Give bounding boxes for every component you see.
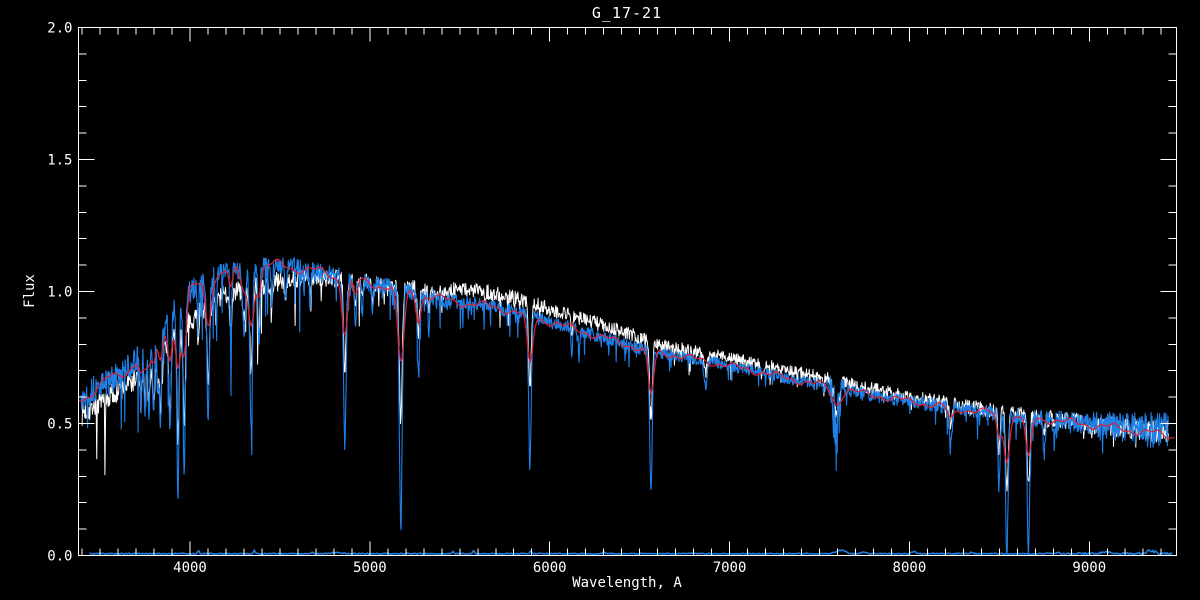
x-axis-label: Wavelength, A bbox=[572, 575, 682, 591]
spectrum-plot-window: 4000 5000 6000 7000 8000 9000 0.0 0.5 1.0 1.5 2.0 … bbox=[0, 0, 1200, 600]
x-tick-label: 9000 bbox=[1072, 560, 1106, 576]
x-tick-label: 6000 bbox=[533, 560, 567, 576]
chart-title: G_17-21 bbox=[592, 4, 662, 22]
x-tick-label: 5000 bbox=[353, 560, 387, 576]
spectrum-chart-svg: 4000 5000 6000 7000 8000 90000.00.51.01.52.0 … bbox=[0, 0, 1200, 600]
y-tick-label: 1.5 bbox=[47, 153, 72, 169]
y-tick-label: 0.5 bbox=[47, 417, 72, 433]
y-tick-label: 0.0 bbox=[47, 549, 72, 565]
plot-background bbox=[0, 0, 1200, 600]
y-tick-label: 1.0 bbox=[47, 285, 72, 301]
x-tick-label: 4000 bbox=[173, 560, 207, 576]
y-tick-label: 2.0 bbox=[47, 21, 72, 37]
x-tick-label: 7000 bbox=[713, 560, 747, 576]
y-axis-label: Flux bbox=[22, 274, 38, 308]
x-tick-label: 8000 bbox=[893, 560, 927, 576]
